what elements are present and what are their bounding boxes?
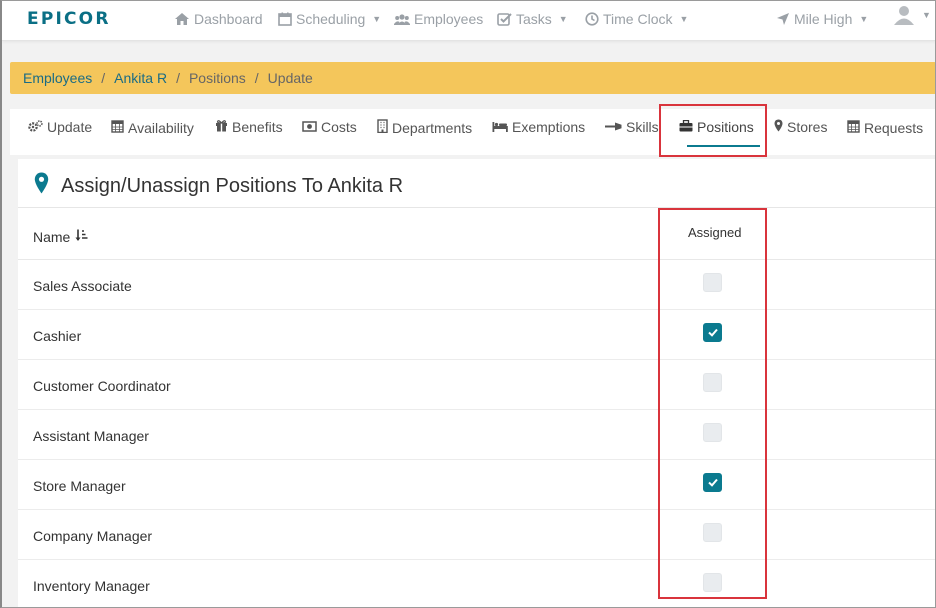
assigned-checkbox[interactable]: [703, 373, 722, 392]
nav-time-clock-label: Time Clock: [603, 11, 673, 27]
users-icon: [394, 13, 410, 26]
tab-stores[interactable]: Stores: [774, 119, 827, 135]
tab-requests[interactable]: Requests: [847, 119, 923, 136]
user-menu[interactable]: ▼: [893, 4, 931, 26]
calendar-icon: [111, 119, 124, 136]
nav-employees[interactable]: Employees: [394, 10, 483, 28]
breadcrumb-employees[interactable]: Employees: [23, 70, 92, 86]
position-name: Cashier: [33, 328, 82, 344]
tab-exemptions-label: Exemptions: [512, 119, 586, 135]
column-header-name[interactable]: Name: [33, 229, 88, 245]
position-name: Inventory Manager: [33, 578, 150, 594]
chevron-down-icon: ▼: [679, 14, 689, 24]
wrench-icon: [605, 119, 622, 135]
clock-icon: [585, 12, 599, 26]
breadcrumb-separator: /: [254, 70, 259, 86]
map-marker-icon: [34, 172, 49, 200]
briefcase-icon: [679, 119, 693, 135]
top-navbar: EPICOR Dashboard Scheduling ▼ Employees: [2, 1, 935, 41]
breadcrumb-separator: /: [101, 70, 106, 86]
employee-tabs: Update Availability Benefits Costs Depar…: [10, 109, 935, 155]
nav-scheduling-label: Scheduling: [296, 11, 366, 27]
location-selector[interactable]: Mile High ▼: [776, 10, 868, 28]
tab-positions[interactable]: Positions: [679, 119, 754, 135]
position-name: Sales Associate: [33, 278, 132, 294]
bed-icon: [492, 119, 508, 135]
tab-update[interactable]: Update: [28, 119, 92, 135]
table-row: Customer Coordinator: [18, 360, 935, 410]
tab-availability[interactable]: Availability: [111, 119, 194, 136]
tab-positions-label: Positions: [697, 119, 754, 135]
breadcrumb-employee-name[interactable]: Ankita R: [114, 70, 167, 86]
assigned-checkbox[interactable]: [703, 523, 722, 542]
position-name: Customer Coordinator: [33, 378, 171, 394]
position-name: Store Manager: [33, 478, 126, 494]
chevron-down-icon: ▼: [558, 14, 568, 24]
chevron-down-icon: ▼: [859, 14, 869, 24]
tab-requests-label: Requests: [864, 119, 924, 136]
chevron-down-icon: ▼: [372, 14, 382, 24]
money-icon: [302, 119, 317, 135]
assigned-checkbox[interactable]: [703, 473, 722, 492]
tab-costs-label: Costs: [321, 119, 357, 135]
nav-tasks-label: Tasks: [516, 11, 552, 27]
chevron-down-icon: ▼: [922, 10, 931, 20]
nav-employees-label: Employees: [414, 11, 484, 27]
calendar-icon: [278, 12, 292, 26]
assigned-checkbox[interactable]: [703, 273, 722, 292]
gears-icon: [28, 119, 43, 135]
table-row: Store Manager: [18, 460, 935, 510]
tab-update-label: Update: [47, 119, 93, 135]
tab-exemptions[interactable]: Exemptions: [492, 119, 585, 135]
tab-stores-label: Stores: [787, 119, 828, 135]
table-row: Inventory Manager: [18, 560, 935, 607]
sort-ascending-icon[interactable]: [75, 229, 88, 245]
position-name: Company Manager: [33, 528, 153, 544]
nav-tasks[interactable]: Tasks ▼: [497, 10, 568, 28]
column-header-assigned: Assigned: [688, 225, 742, 240]
building-icon: [377, 119, 388, 136]
tab-benefits[interactable]: Benefits: [215, 119, 283, 135]
app-frame: EPICOR Dashboard Scheduling ▼ Employees: [0, 0, 936, 608]
tab-departments-label: Departments: [392, 119, 473, 136]
breadcrumb-positions: Positions: [188, 70, 246, 86]
panel-header: Assign/Unassign Positions To Ankita R: [34, 171, 403, 201]
divider: [18, 207, 935, 208]
assigned-checkbox[interactable]: [703, 573, 722, 592]
position-name: Assistant Manager: [33, 428, 149, 444]
table-row: Assistant Manager: [18, 410, 935, 460]
table-row: Sales Associate: [18, 260, 935, 310]
assigned-checkbox[interactable]: [703, 323, 722, 342]
breadcrumb-current: Update: [267, 70, 313, 86]
assigned-checkbox[interactable]: [703, 423, 722, 442]
map-marker-icon: [774, 119, 783, 135]
user-icon: [893, 4, 915, 26]
tab-availability-label: Availability: [128, 119, 194, 136]
nav-dashboard-label: Dashboard: [194, 11, 263, 27]
location-arrow-icon: [776, 12, 790, 26]
positions-panel: Assign/Unassign Positions To Ankita R Na…: [18, 159, 935, 607]
nav-dashboard[interactable]: Dashboard: [174, 10, 263, 28]
table-row: Company Manager: [18, 510, 935, 560]
nav-time-clock[interactable]: Time Clock ▼: [585, 10, 688, 28]
location-label: Mile High: [794, 11, 853, 27]
epicor-logo[interactable]: EPICOR: [27, 9, 111, 29]
nav-scheduling[interactable]: Scheduling ▼: [278, 10, 381, 28]
tab-skills-label: Skills: [626, 119, 659, 135]
checkbox-icon: [497, 12, 512, 26]
gift-icon: [215, 119, 228, 135]
active-tab-indicator: [687, 145, 760, 147]
home-icon: [174, 12, 190, 26]
tab-costs[interactable]: Costs: [302, 119, 357, 135]
tab-skills[interactable]: Skills: [605, 119, 659, 135]
calendar-icon: [847, 119, 860, 136]
table-row: Cashier: [18, 310, 935, 360]
page-title: Assign/Unassign Positions To Ankita R: [61, 174, 404, 197]
column-name-label: Name: [33, 229, 71, 245]
tab-benefits-label: Benefits: [232, 119, 283, 135]
breadcrumb: Employees / Ankita R / Positions / Updat…: [10, 62, 935, 94]
tab-departments[interactable]: Departments: [377, 119, 472, 136]
breadcrumb-separator: /: [176, 70, 180, 86]
